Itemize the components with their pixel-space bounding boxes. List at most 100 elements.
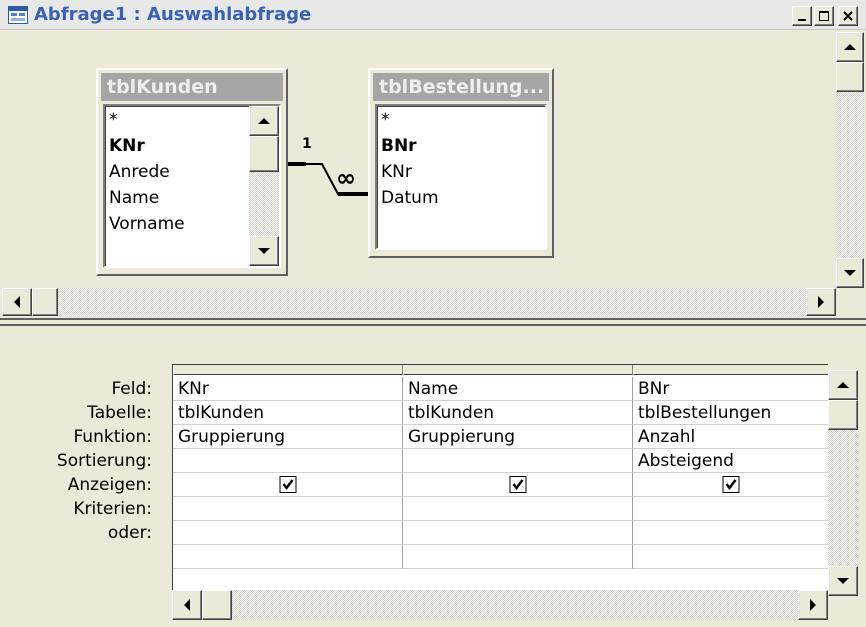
field-item[interactable]: KNr bbox=[381, 160, 412, 184]
table-title-tblKunden[interactable]: tblKunden bbox=[101, 73, 283, 101]
show-checkbox[interactable] bbox=[722, 476, 739, 493]
arrow-up-icon bbox=[837, 382, 849, 388]
scroll-thumb[interactable] bbox=[32, 288, 58, 316]
grid-cell-anzeigen bbox=[173, 473, 403, 497]
field-item-key[interactable]: KNr bbox=[109, 134, 145, 158]
grid-hscrollbar[interactable] bbox=[172, 590, 828, 620]
show-checkbox[interactable] bbox=[279, 476, 296, 493]
grid-cell-anzeigen bbox=[403, 473, 633, 497]
scroll-up-button[interactable] bbox=[249, 106, 279, 136]
grid-cell-empty[interactable] bbox=[633, 545, 828, 569]
window-title: Abfrage1 : Auswahlabfrage bbox=[34, 4, 312, 25]
arrow-right-icon bbox=[810, 599, 816, 611]
field-item[interactable]: Vorname bbox=[109, 212, 185, 236]
scroll-right-button[interactable] bbox=[798, 590, 828, 620]
grid-cell-empty[interactable] bbox=[173, 545, 403, 569]
grid-cell-sortierung[interactable] bbox=[173, 449, 403, 473]
field-item-key[interactable]: BNr bbox=[381, 134, 417, 158]
grid-cell-empty[interactable] bbox=[403, 545, 633, 569]
arrow-left-icon bbox=[14, 296, 20, 308]
scroll-corner bbox=[836, 288, 864, 316]
field-item[interactable]: Name bbox=[109, 186, 159, 210]
row-label-oder: oder: bbox=[107, 523, 152, 543]
scroll-left-button[interactable] bbox=[2, 288, 32, 316]
grid-cell-tabelle[interactable]: tblKunden bbox=[173, 401, 403, 425]
table-tblBestellungen[interactable]: tblBestellung... * BNr KNr Datum bbox=[368, 68, 554, 258]
row-label-kriterien: Kriterien: bbox=[73, 499, 152, 519]
title-bar[interactable]: Abfrage1 : Auswahlabfrage bbox=[0, 0, 866, 30]
field-item[interactable]: * bbox=[109, 108, 118, 132]
row-label-tabelle: Tabelle: bbox=[87, 403, 152, 423]
row-label-funktion: Funktion: bbox=[73, 427, 152, 447]
grid-cell-feld[interactable]: BNr bbox=[633, 377, 828, 401]
scroll-right-button[interactable] bbox=[806, 288, 836, 316]
grid-cell-oder[interactable] bbox=[403, 521, 633, 545]
field-item[interactable]: Anrede bbox=[109, 160, 170, 184]
grid-cell-feld[interactable]: Name bbox=[403, 377, 633, 401]
arrow-up-icon bbox=[258, 118, 270, 124]
column-selector[interactable] bbox=[633, 365, 828, 375]
query-icon bbox=[8, 6, 28, 24]
grid-cell-kriterien[interactable] bbox=[173, 497, 403, 521]
grid-cell-funktion[interactable]: Anzahl bbox=[633, 425, 828, 449]
scroll-up-button[interactable] bbox=[836, 32, 864, 62]
table-pane: tblKunden * KNr Anrede Name Vorname 1 ∞ … bbox=[2, 32, 864, 316]
relationship-one-label: 1 bbox=[302, 136, 312, 152]
grid-cell-funktion[interactable]: Gruppierung bbox=[403, 425, 633, 449]
checkmark-icon bbox=[282, 479, 293, 490]
grid-cell-feld[interactable]: KNr bbox=[173, 377, 403, 401]
scroll-thumb[interactable] bbox=[836, 62, 864, 92]
maximize-button[interactable] bbox=[814, 6, 834, 26]
grid-cell-oder[interactable] bbox=[633, 521, 828, 545]
arrow-down-icon bbox=[844, 270, 856, 276]
grid-cell-kriterien[interactable] bbox=[633, 497, 828, 521]
scroll-thumb[interactable] bbox=[249, 136, 279, 172]
column-selector[interactable] bbox=[173, 365, 403, 375]
arrow-up-icon bbox=[844, 44, 856, 50]
pane-splitter[interactable] bbox=[0, 318, 866, 332]
relationship-line[interactable] bbox=[288, 132, 368, 202]
row-label-feld: Feld: bbox=[111, 379, 152, 399]
grid-cell-tabelle[interactable]: tblKunden bbox=[403, 401, 633, 425]
arrow-down-icon bbox=[837, 578, 849, 584]
table-title-tblBestellungen[interactable]: tblBestellung... bbox=[373, 73, 549, 101]
close-button[interactable] bbox=[838, 6, 858, 26]
field-list-tblBestellungen: * BNr KNr Datum bbox=[375, 104, 547, 250]
table-pane-hscrollbar[interactable] bbox=[2, 288, 836, 316]
grid-cell-sortierung[interactable]: Absteigend bbox=[633, 449, 828, 473]
field-list-tblKunden: * KNr Anrede Name Vorname bbox=[103, 104, 281, 268]
scroll-down-button[interactable] bbox=[249, 236, 279, 266]
show-checkbox[interactable] bbox=[509, 476, 526, 493]
grid-cell-oder[interactable] bbox=[173, 521, 403, 545]
checkmark-icon bbox=[725, 479, 736, 490]
query-design-grid: KNr tblKunden Gruppierung Name tblKunden… bbox=[172, 364, 828, 590]
scroll-up-button[interactable] bbox=[828, 370, 858, 400]
field-item[interactable]: * bbox=[381, 108, 390, 132]
minimize-icon bbox=[798, 19, 806, 21]
grid-cell-sortierung[interactable] bbox=[403, 449, 633, 473]
row-label-anzeigen: Anzeigen: bbox=[67, 475, 152, 495]
field-list-scrollbar[interactable] bbox=[249, 106, 279, 266]
scroll-thumb[interactable] bbox=[828, 400, 858, 430]
scroll-down-button[interactable] bbox=[836, 258, 864, 288]
table-tblKunden[interactable]: tblKunden * KNr Anrede Name Vorname bbox=[96, 68, 288, 276]
query-design-window: Abfrage1 : Auswahlabfrage tblKunden * KN… bbox=[0, 0, 866, 627]
scroll-left-button[interactable] bbox=[172, 590, 202, 620]
close-icon bbox=[843, 11, 853, 21]
grid-cell-funktion[interactable]: Gruppierung bbox=[173, 425, 403, 449]
arrow-down-icon bbox=[258, 248, 270, 254]
arrow-right-icon bbox=[818, 296, 824, 308]
field-item[interactable]: Datum bbox=[381, 186, 439, 210]
design-grid-pane: Feld: Tabelle: Funktion: Sortierung: Anz… bbox=[2, 334, 864, 625]
row-label-sortierung: Sortierung: bbox=[56, 451, 152, 471]
minimize-button[interactable] bbox=[792, 6, 812, 26]
grid-cell-tabelle[interactable]: tblBestellungen bbox=[633, 401, 828, 425]
relationship-many-label: ∞ bbox=[336, 164, 356, 192]
grid-vscrollbar[interactable] bbox=[828, 370, 858, 596]
maximize-icon bbox=[819, 11, 829, 21]
table-pane-vscrollbar[interactable] bbox=[836, 32, 864, 288]
column-selector[interactable] bbox=[403, 365, 633, 375]
scroll-thumb[interactable] bbox=[202, 590, 232, 620]
scroll-down-button[interactable] bbox=[828, 566, 858, 596]
grid-cell-kriterien[interactable] bbox=[403, 497, 633, 521]
